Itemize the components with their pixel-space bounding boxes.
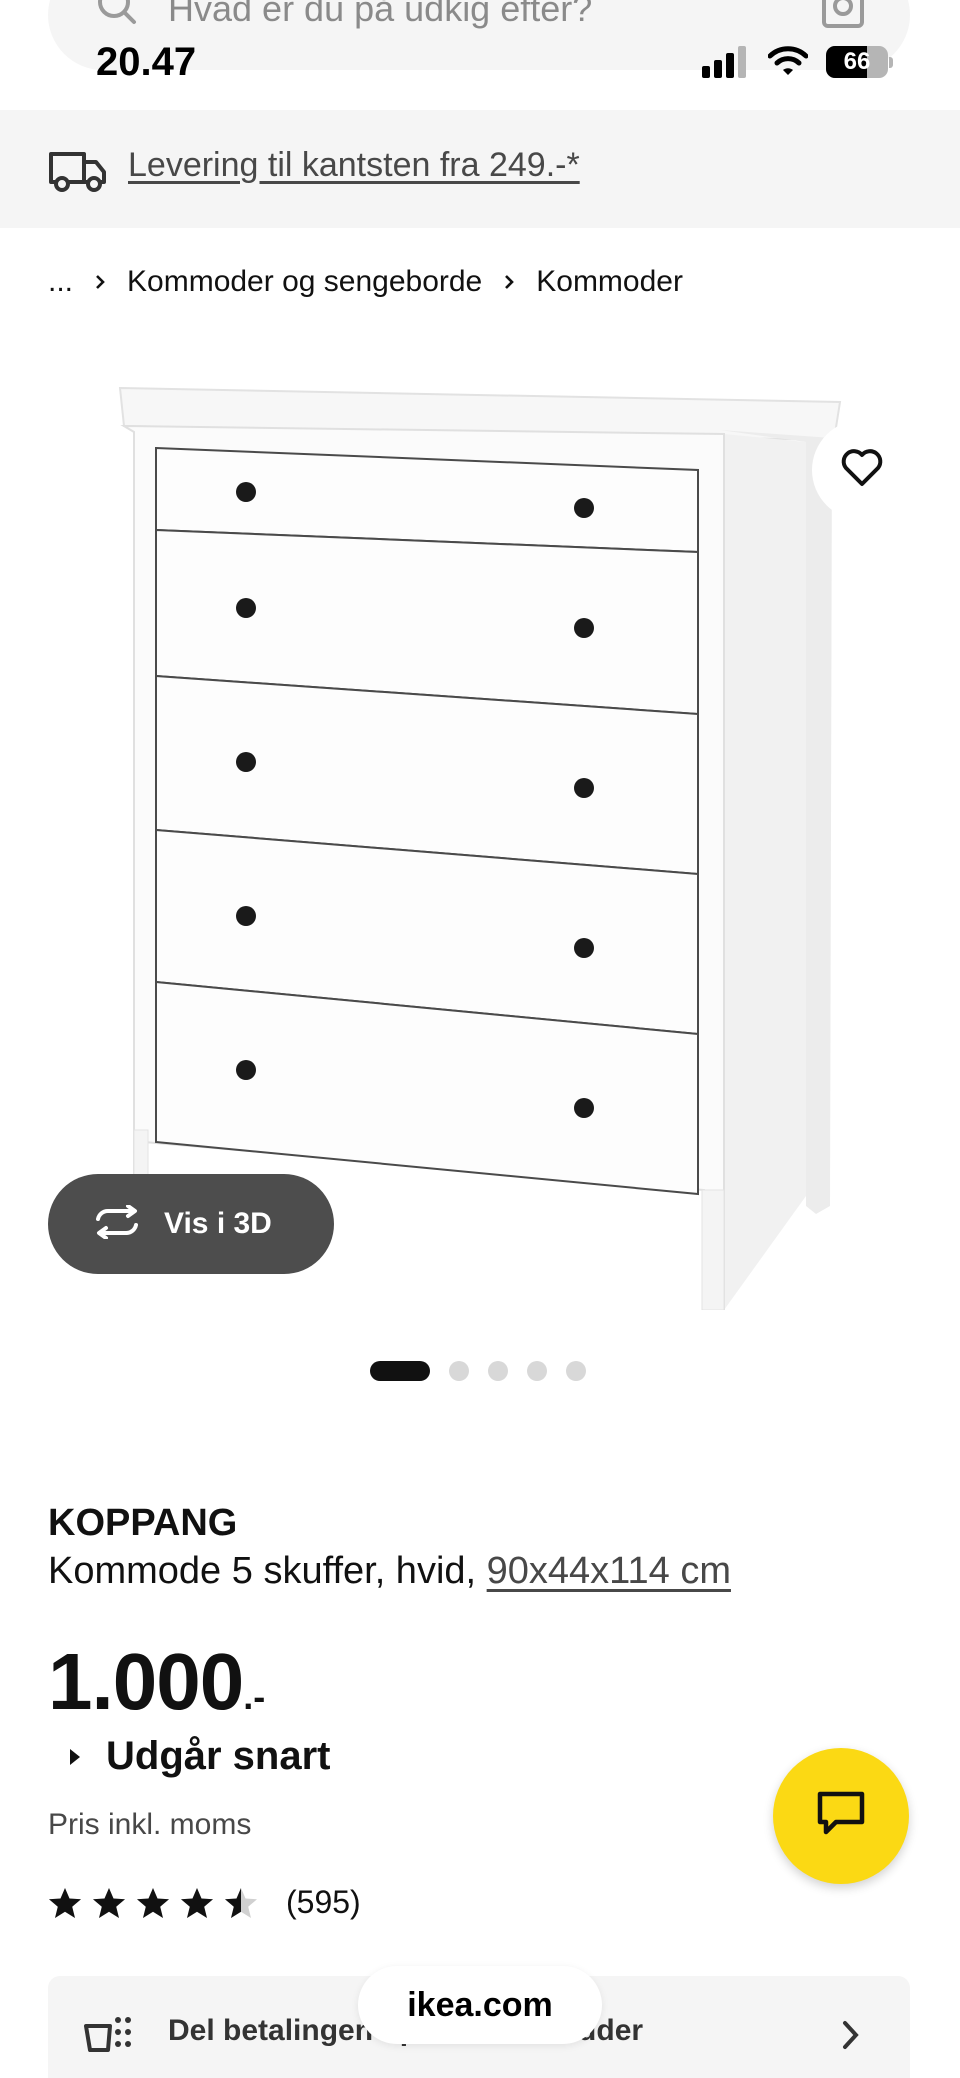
star-icon bbox=[49, 1887, 81, 1918]
delivery-banner[interactable]: Levering til kantsten fra 249.-* bbox=[0, 110, 960, 228]
product-name: KOPPANG bbox=[48, 1502, 238, 1544]
signal-icon bbox=[702, 46, 750, 78]
discontinued-label: Udgår snart bbox=[106, 1734, 331, 1778]
product-description: Kommode 5 skuffer, hvid, 90x44x114 cm bbox=[48, 1550, 731, 1593]
view-3d-label: Vis i 3D bbox=[164, 1207, 272, 1240]
star-icon bbox=[225, 1887, 257, 1918]
search-input[interactable]: Hvad er du på udkig efter? bbox=[168, 0, 592, 30]
star-icon bbox=[181, 1887, 213, 1918]
search-icon bbox=[96, 0, 140, 30]
breadcrumb-item-dressers-nightstands[interactable]: Kommoder og sengeborde bbox=[127, 265, 482, 299]
product-description-text: Kommode 5 skuffer, hvid, bbox=[48, 1550, 487, 1592]
delivery-link[interactable]: Levering til kantsten fra 249.-* bbox=[128, 146, 580, 185]
breadcrumb-item-dressers[interactable]: Kommoder bbox=[536, 265, 683, 299]
gallery-dot[interactable] bbox=[370, 1361, 430, 1381]
battery-indicator: 66 bbox=[826, 46, 893, 78]
browser-url: ikea.com bbox=[407, 1985, 553, 2024]
view-3d-button[interactable]: Vis i 3D bbox=[48, 1174, 334, 1274]
chat-button[interactable] bbox=[773, 1748, 909, 1884]
product-dimensions-link[interactable]: 90x44x114 cm bbox=[487, 1550, 731, 1592]
product-image[interactable] bbox=[100, 370, 860, 1311]
breadcrumb-ellipsis[interactable]: ... bbox=[48, 265, 73, 299]
discontinued-toggle[interactable]: Udgår snart bbox=[70, 1734, 331, 1779]
gallery-dot[interactable] bbox=[488, 1361, 508, 1381]
product-rating[interactable]: (595) bbox=[48, 1884, 361, 1921]
review-count: (595) bbox=[286, 1884, 361, 1920]
camera-icon[interactable] bbox=[820, 0, 866, 32]
gallery-dot[interactable] bbox=[566, 1361, 586, 1381]
chevron-right-icon bbox=[842, 2020, 860, 2050]
browser-url-pill[interactable]: ikea.com bbox=[358, 1966, 602, 2044]
truck-icon bbox=[48, 148, 108, 192]
status-time: 20.47 bbox=[96, 40, 197, 84]
chevron-right-icon bbox=[93, 273, 107, 291]
vat-note: Pris inkl. moms bbox=[48, 1808, 252, 1841]
product-price: 1.000.- bbox=[48, 1636, 265, 1728]
breadcrumb: ... Kommoder og sengeborde Kommoder bbox=[48, 262, 683, 302]
payment-icon bbox=[84, 2012, 136, 2056]
heart-icon bbox=[840, 448, 884, 493]
gallery-dot[interactable] bbox=[449, 1361, 469, 1381]
rating-stars bbox=[48, 1887, 268, 1919]
price-suffix: .- bbox=[243, 1676, 266, 1717]
price-amount: 1.000 bbox=[48, 1637, 244, 1726]
favorite-button[interactable] bbox=[812, 420, 912, 520]
chat-icon bbox=[816, 1790, 866, 1843]
gallery-pagination bbox=[370, 1360, 605, 1382]
chevron-right-icon bbox=[502, 273, 516, 291]
wifi-icon bbox=[767, 44, 809, 78]
rotate-3d-icon bbox=[92, 1203, 142, 1244]
star-icon bbox=[137, 1887, 169, 1918]
caret-right-icon bbox=[70, 1748, 80, 1765]
gallery-dot[interactable] bbox=[527, 1361, 547, 1381]
star-icon bbox=[93, 1887, 125, 1918]
